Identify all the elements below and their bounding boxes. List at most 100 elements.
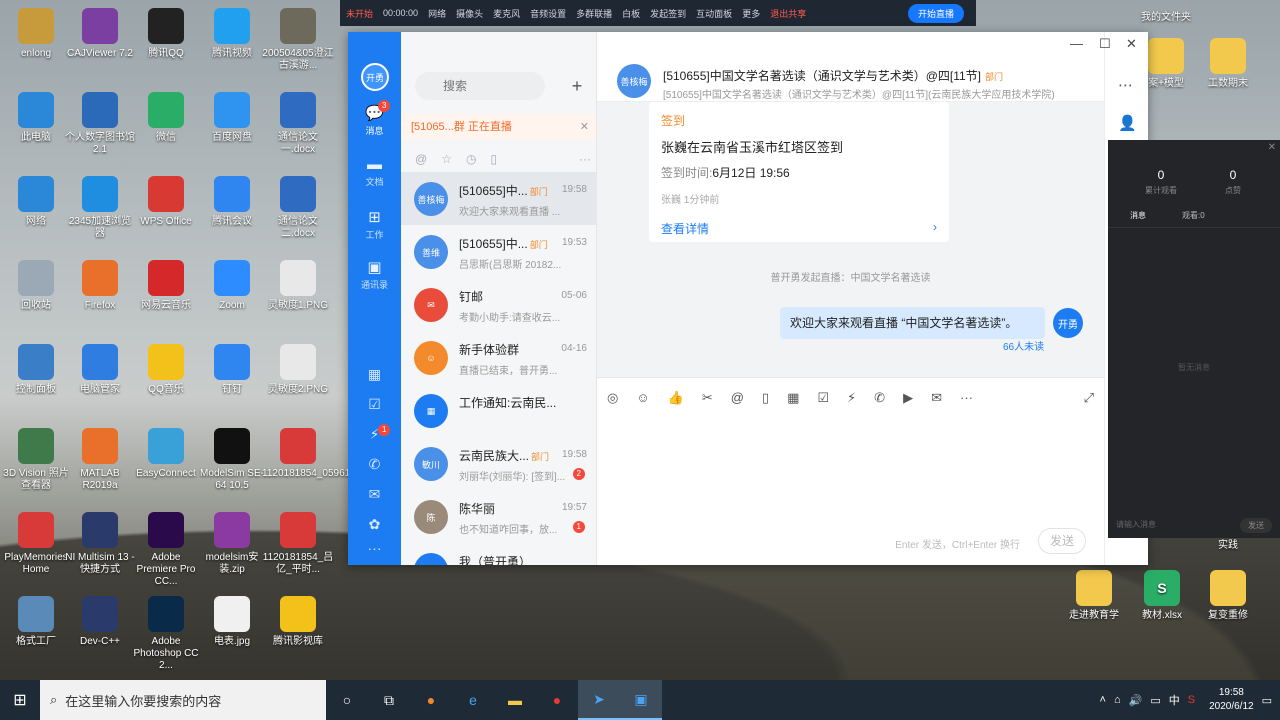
desktop-icon[interactable]: modelsim安装.zip [196,512,268,576]
network-icon[interactable]: ⌂ [1114,694,1121,706]
scissors-icon[interactable]: ✂ [702,390,713,406]
start-live-button[interactable]: 开始直播 [907,3,964,23]
desktop-icon[interactable]: WPS Office [130,176,202,228]
desktop-icon[interactable]: 通信论文二.docx [262,176,334,240]
group-avatar[interactable]: 善核梅 [617,64,651,98]
live-notice-banner[interactable]: [51065...群 正在直播 ✕ [401,114,596,140]
windows-start-icon[interactable]: ⊞ [0,690,40,710]
live-tool-audio[interactable]: 音频设置 [530,7,566,20]
desktop-icon[interactable]: 200504&05澄江古溪游... [262,8,334,72]
desktop-icon-folder[interactable]: 复变重修 [1192,570,1264,622]
unread-count-link[interactable]: 66人未读 [1003,338,1044,353]
conversation-item[interactable]: ▦ 工作通知:云南民... [401,384,596,437]
cortana-icon[interactable]: ○ [326,680,368,720]
ime-icon[interactable]: 中 [1169,692,1180,708]
minimize-icon[interactable]: — [1070,36,1083,51]
live-tool-whiteboard[interactable]: 白板 [622,7,640,20]
desktop-icon[interactable]: 3D Vision 照片查看器 [0,428,72,492]
conversation-item[interactable]: 善核梅 [510655]中... 部门 19:58 欢迎大家来观看直播 ... [401,172,596,225]
desktop-icon[interactable]: 灵敏度2.PNG [262,344,334,396]
ie-browser-icon[interactable]: e [452,680,494,720]
conversation-item[interactable]: 善维 [510655]中... 部门 19:53 吕思斯(吕思斯 20182... [401,225,596,278]
desktop-icon[interactable]: PlayMemories Home [0,512,72,576]
side-message-input[interactable]: 请输入消息 [1116,519,1236,530]
history-icon[interactable]: ◷ [466,152,476,166]
view-details-link[interactable]: 查看详情 [661,220,709,237]
emoji-icon[interactable]: ☺ [636,390,649,406]
chevron-right-icon[interactable]: › [933,220,937,234]
tab-viewers[interactable]: 观看:0 [1182,210,1205,221]
desktop-icon[interactable]: 电表.jpg [196,596,268,648]
battery-icon[interactable]: ▭ [1150,694,1160,707]
more-icon[interactable]: ··· [579,152,591,166]
desktop-icon-xlsx[interactable]: S 教材.xlsx [1126,570,1198,622]
volume-icon[interactable]: 🔊 [1129,694,1143,707]
desktop-icon[interactable]: 回收站 [0,260,72,312]
ding-icon[interactable]: ⚡ [847,390,856,406]
live-tool-more[interactable]: 更多 [742,7,760,20]
live-tool-checkin[interactable]: 发起签到 [650,7,686,20]
close-icon[interactable]: ✕ [1268,142,1276,153]
close-window-icon[interactable]: ✕ [1126,36,1137,52]
my-avatar[interactable]: 开勇 [1053,308,1083,338]
desktop-icon[interactable]: Adobe Photoshop CC 2... [130,596,202,672]
firefox-icon[interactable]: ● [410,680,452,720]
desktop-icon[interactable]: Adobe Premiere Pro CC... [130,512,202,588]
clock[interactable]: 19:58 2020/6/12 [1209,686,1254,714]
desktop-icon[interactable]: 此电脑 [0,92,72,144]
desktop-icon[interactable]: Zoom [196,260,268,312]
search-input[interactable] [415,72,545,100]
desktop-icon[interactable]: 腾讯影视库 [262,596,334,648]
task-view-icon[interactable]: ⧉ [368,680,410,720]
taskbar-search[interactable]: ⌕ 在这里输入你要搜索的内容 [40,680,326,720]
wps-tray-icon[interactable]: S [1188,694,1195,706]
desktop-icon[interactable]: QQ音乐 [130,344,202,396]
tab-messages[interactable]: 消息 [1130,210,1146,221]
live-tool-stop-share[interactable]: 退出共享 [770,7,806,20]
send-button[interactable]: 发送 [1038,528,1086,554]
desktop-icon[interactable]: 网络 [0,176,72,228]
desktop-icon[interactable]: 百度网盘 [196,92,268,144]
star-icon[interactable]: ☆ [441,152,452,166]
add-member-icon[interactable]: 👤 [1118,114,1137,132]
conversation-item[interactable]: 陈陈华丽 19:57 也不知道咋回事，放... 1 [401,490,596,543]
more-icon[interactable]: ··· [960,390,973,406]
desktop-icon[interactable]: MATLAB R2019a [64,428,136,492]
desktop-icon[interactable]: 灵敏度1.PNG [262,260,334,312]
live-tool-camera[interactable]: 摄像头 [456,7,483,20]
nav-work[interactable]: ⊞ 工作 [348,208,401,241]
mail-icon[interactable]: ✉ [931,390,942,406]
desktop-icon[interactable]: 腾讯QQ [130,8,202,60]
maximize-icon[interactable]: ☐ [1099,36,1111,52]
desktop-icon[interactable]: Firefox [64,260,136,312]
live-tool-mic[interactable]: 麦克风 [493,7,520,20]
notification-icon[interactable]: ▭ [1262,694,1272,707]
desktop-icon[interactable]: 1120181854_吕亿_平时... [262,512,334,576]
desktop-icon[interactable]: EasyConnect [130,428,202,480]
expand-icon[interactable]: ⤢ [1084,390,1094,406]
live-icon[interactable]: ▶ [903,390,913,406]
desktop-icon[interactable]: 腾讯视频 [196,8,268,60]
live-tool-multicast[interactable]: 多群联播 [576,7,612,20]
desktop-icon-folder[interactable]: 实践 [1192,540,1264,552]
desktop-icon[interactable]: 个人数字图书馆2.1 [64,92,136,156]
gif-icon[interactable]: ◎ [607,390,618,406]
desktop-icon[interactable]: 2345加速浏览器 [64,176,136,240]
task-icon[interactable]: ☑ [817,390,829,406]
desktop-icon[interactable]: 控制面板 [0,344,72,396]
conversation-item[interactable]: ✉ 钉邮 05-06 考勤小助手:请查收云... [401,278,596,331]
close-icon[interactable]: ✕ [580,114,589,140]
desktop-icon[interactable]: 钉钉 [196,344,268,396]
at-icon[interactable]: @ [415,152,427,166]
dingtalk-icon[interactable]: ➤ [578,680,620,720]
add-button[interactable]: + [565,74,589,98]
desktop-icon[interactable]: 1120181854_05961801... [262,428,375,480]
desktop-icon[interactable]: 网易云音乐 [130,260,202,312]
chevron-up-icon[interactable]: ˄ [1100,694,1106,706]
desktop-icon[interactable]: 通信论文一.docx [262,92,334,156]
netease-music-icon[interactable]: ● [536,680,578,720]
more-options-icon[interactable]: ⋯ [1118,76,1133,94]
desktop-icon[interactable]: 腾讯会议 [196,176,268,228]
todo-icon[interactable]: ☑ [348,396,401,413]
at-icon[interactable]: @ [731,390,744,406]
